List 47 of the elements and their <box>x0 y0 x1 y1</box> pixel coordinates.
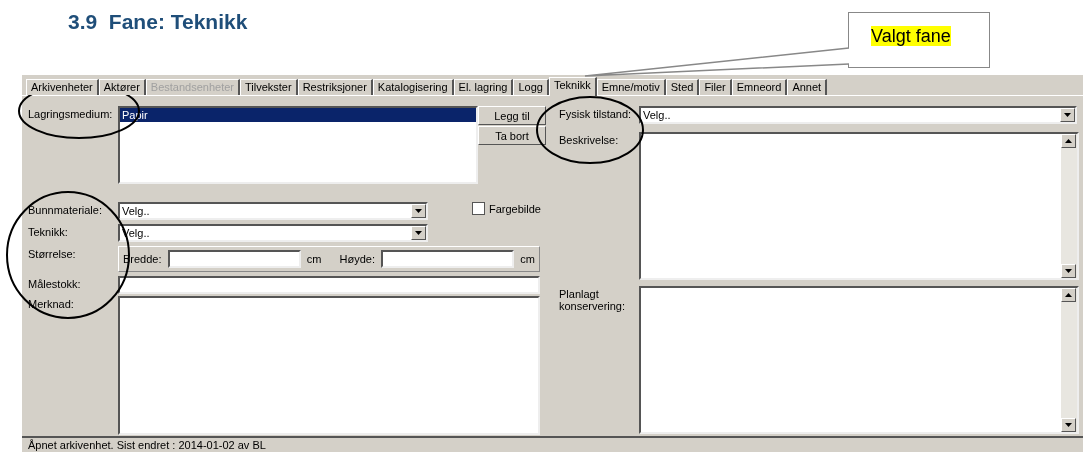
dropdown[interactable]: Velg.. <box>639 106 1077 124</box>
dropdown-arrow-icon <box>1064 113 1071 117</box>
tab[interactable]: Tilvekster <box>240 79 298 95</box>
section-heading: 3.9 Fane: Teknikk <box>68 9 248 35</box>
tab[interactable]: Emne/motiv <box>596 79 666 95</box>
field-label: Høyde: <box>339 253 375 265</box>
callout-text: Valgt fane <box>871 26 951 46</box>
tab[interactable]: Katalogisering <box>372 79 454 95</box>
tab[interactable]: Teknikk <box>548 77 597 96</box>
field-label: Merknad: <box>28 297 75 310</box>
tab[interactable]: Annet <box>787 79 828 95</box>
tab[interactable]: Restriksjoner <box>297 79 373 95</box>
scroll-up-icon <box>1065 139 1072 143</box>
unit-label: cm <box>520 253 535 265</box>
dropdown-arrow-icon <box>1065 269 1072 273</box>
tab[interactable]: Filer <box>699 79 732 95</box>
dropdown[interactable]: Velg.. <box>118 202 428 220</box>
tab[interactable]: Aktører <box>98 79 146 95</box>
tab[interactable]: Logg <box>513 79 549 95</box>
unit-label: cm <box>306 253 322 265</box>
checkbox[interactable] <box>472 202 485 215</box>
field-label: Lagringsmedium: <box>28 107 114 120</box>
field-label: Teknikk: <box>28 225 69 238</box>
field-label: Målestokk: <box>28 277 82 290</box>
list-box[interactable]: Papir <box>118 106 478 184</box>
checkbox-label: Fargebilde <box>489 202 541 215</box>
tab[interactable]: Emneord <box>731 79 788 95</box>
dropdown-arrow-icon <box>1065 423 1072 427</box>
input-field[interactable] <box>381 250 515 268</box>
field-label: Størrelse: <box>28 247 77 260</box>
status-bar: Åpnet arkivenhet. Sist endret : 2014-01-02 av BL <box>22 436 1083 452</box>
action-button[interactable]: Ta bort <box>478 126 546 145</box>
tab[interactable]: Sted <box>665 79 700 95</box>
action-button[interactable]: Legg til <box>478 106 546 125</box>
input-field[interactable] <box>167 250 301 268</box>
dropdown-arrow-icon <box>415 209 422 213</box>
scrollbar[interactable] <box>1061 134 1077 278</box>
field-label: Fysisk tilstand: <box>559 107 633 120</box>
field-label: Bunnmateriale: <box>28 203 103 216</box>
scroll-up-icon <box>1065 293 1072 297</box>
scrollbar[interactable] <box>1061 288 1077 432</box>
input-field[interactable] <box>118 276 540 294</box>
tab[interactable]: Arkivenheter <box>26 79 99 95</box>
list-item[interactable]: Papir <box>120 108 476 122</box>
field-label: Planlagt konservering: <box>559 287 627 312</box>
tab[interactable]: El. lagring <box>453 79 514 95</box>
field-label: Beskrivelse: <box>559 133 620 146</box>
